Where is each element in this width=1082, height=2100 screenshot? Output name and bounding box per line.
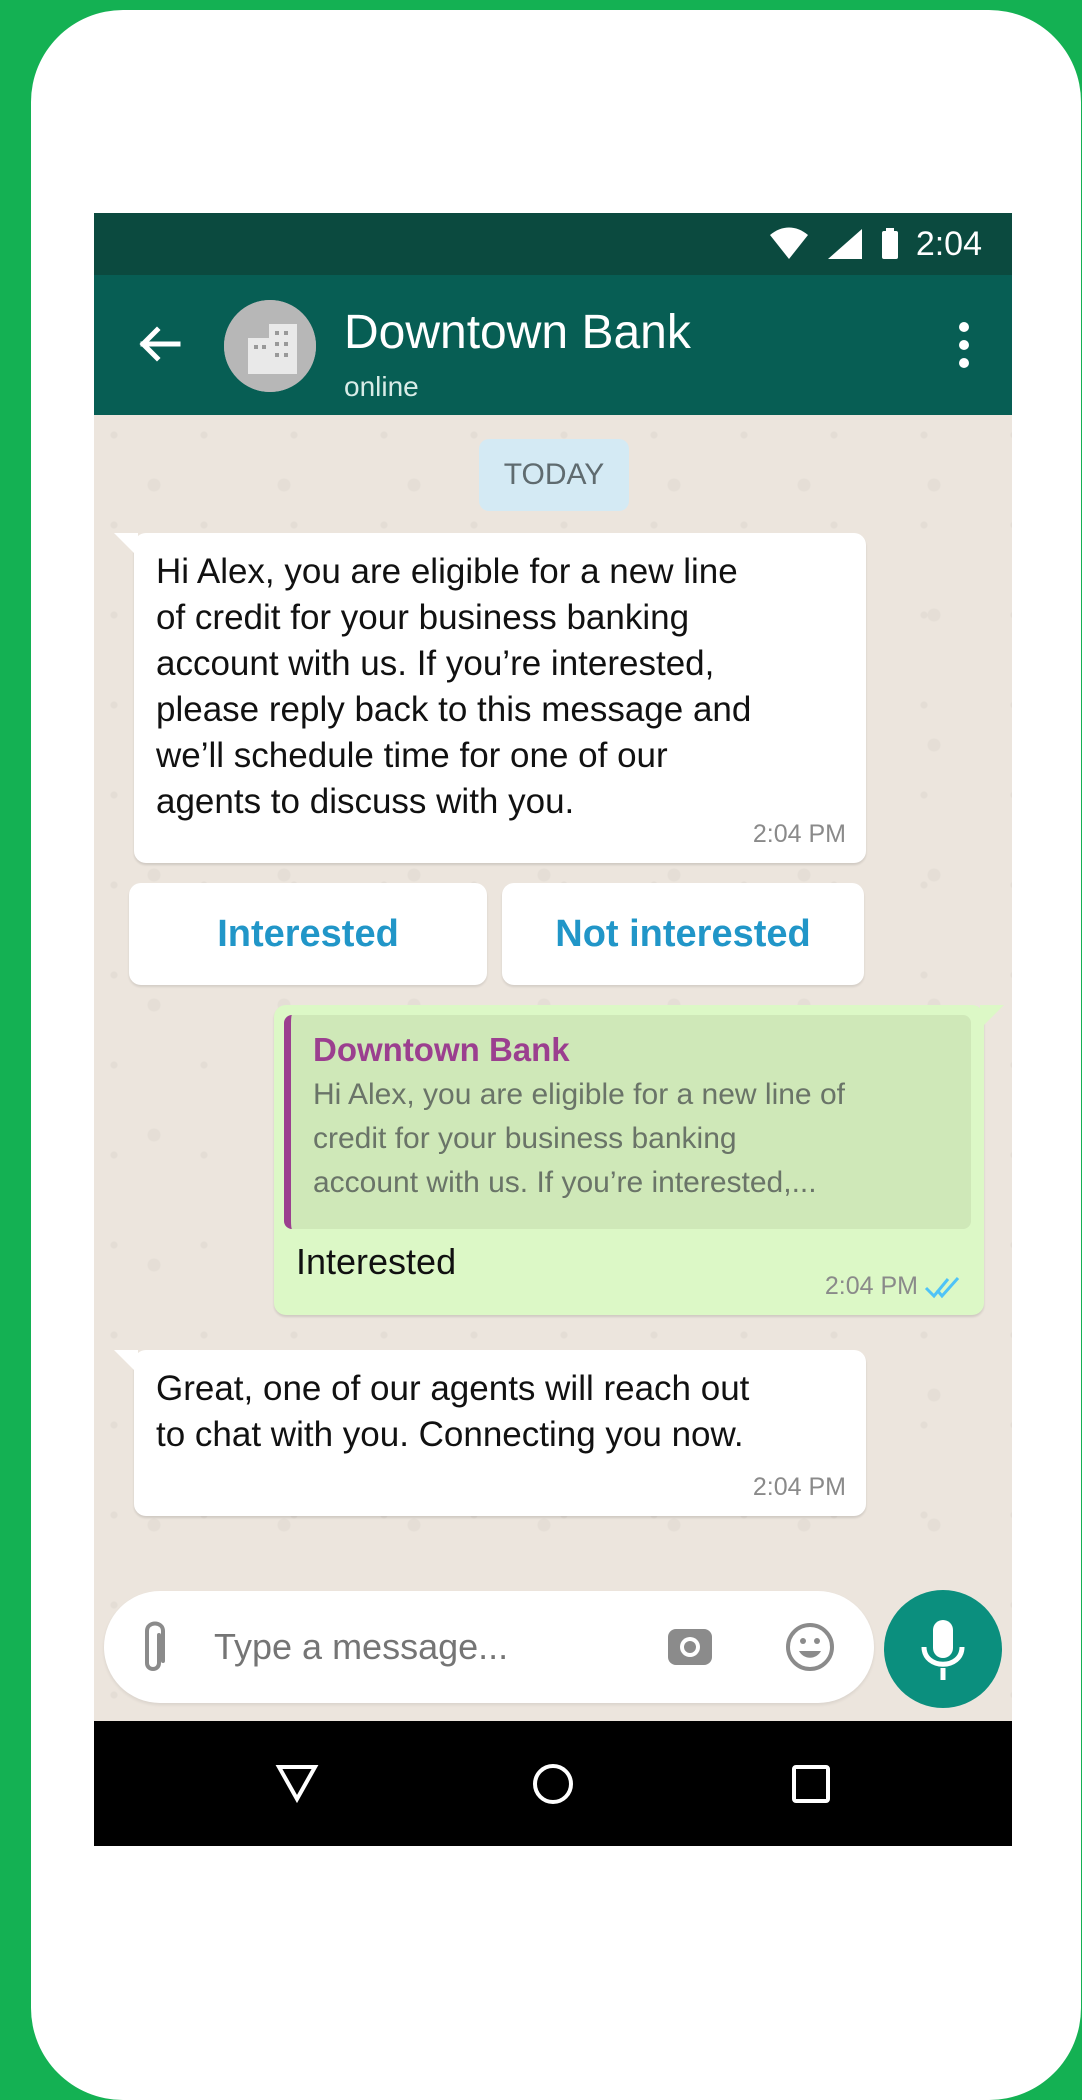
outgoing-reply-message[interactable]: Downtown Bank Hi Alex, you are eligible … <box>274 1005 1004 1315</box>
back-triangle-icon[interactable] <box>274 1761 320 1807</box>
signal-icon <box>827 229 862 259</box>
message-line: account with us. If you’re interested, <box>156 644 715 683</box>
double-check-icon <box>924 1276 960 1298</box>
message-text: Great, one of our agents will reach out … <box>156 1366 749 1458</box>
message-time: 2:04 PM <box>752 1473 846 1501</box>
not-interested-button[interactable]: Not interested <box>502 883 864 985</box>
status-icons: 2:04 <box>768 224 982 263</box>
more-vert-icon[interactable] <box>956 319 972 371</box>
message-line: Hi Alex, you are eligible for a new line <box>156 552 738 591</box>
chat-title[interactable]: Downtown Bank <box>344 305 691 360</box>
status-time: 2:04 <box>915 224 982 263</box>
recents-square-icon[interactable] <box>788 1761 834 1807</box>
home-circle-icon[interactable] <box>530 1761 576 1807</box>
quoted-line: account with us. If you’re interested,..… <box>313 1166 817 1199</box>
android-nav-bar <box>94 1721 1012 1846</box>
chat-header: Downtown Bank online <box>94 275 1012 415</box>
camera-icon[interactable] <box>664 1621 716 1673</box>
wifi-icon <box>769 227 808 259</box>
message-line: Great, one of our agents will reach out <box>156 1369 750 1408</box>
chat-area[interactable]: TODAY Hi Alex, you are eligible for a ne… <box>94 415 1012 1755</box>
phone-screen: 2:04 Downtown Bank online TODAY Hi Alex,… <box>94 213 1012 1846</box>
quoted-message[interactable]: Downtown Bank Hi Alex, you are eligible … <box>284 1015 971 1229</box>
quoted-text: Hi Alex, you are eligible for a new line… <box>313 1073 845 1205</box>
incoming-message[interactable]: Great, one of our agents will reach out … <box>114 1350 866 1516</box>
incoming-message[interactable]: Hi Alex, you are eligible for a new line… <box>114 533 866 863</box>
message-text: Hi Alex, you are eligible for a new line… <box>156 549 751 825</box>
message-line: of credit for your business banking <box>156 598 690 637</box>
message-line: we’ll schedule time for one of our <box>156 736 668 775</box>
reply-text: Interested <box>296 1241 457 1282</box>
mic-icon <box>921 1620 965 1680</box>
battery-icon <box>881 228 898 259</box>
back-arrow-icon[interactable] <box>134 319 184 369</box>
chat-status: online <box>344 371 419 402</box>
paperclip-icon[interactable] <box>139 1617 167 1677</box>
avatar[interactable] <box>224 300 316 392</box>
status-bar: 2:04 <box>94 213 1012 275</box>
bank-avatar-icon <box>224 300 316 392</box>
quoted-line: credit for your business banking <box>313 1122 737 1155</box>
message-composer <box>104 1591 874 1703</box>
date-chip: TODAY <box>479 439 629 511</box>
message-time: 2:04 PM <box>824 1272 918 1300</box>
message-line: agents to discuss with you. <box>156 782 575 821</box>
quoted-author: Downtown Bank <box>313 1031 570 1068</box>
reply-meta: 2:04 PM <box>825 1272 964 1301</box>
message-line: please reply back to this message and <box>156 690 752 729</box>
message-input[interactable] <box>212 1621 636 1673</box>
quoted-line: Hi Alex, you are eligible for a new line… <box>313 1078 845 1111</box>
interested-button[interactable]: Interested <box>129 883 487 985</box>
message-line: to chat with you. Connecting you now. <box>156 1415 744 1454</box>
emoji-icon[interactable] <box>784 1621 836 1673</box>
mic-button[interactable] <box>884 1590 1002 1708</box>
message-time: 2:04 PM <box>752 820 846 848</box>
